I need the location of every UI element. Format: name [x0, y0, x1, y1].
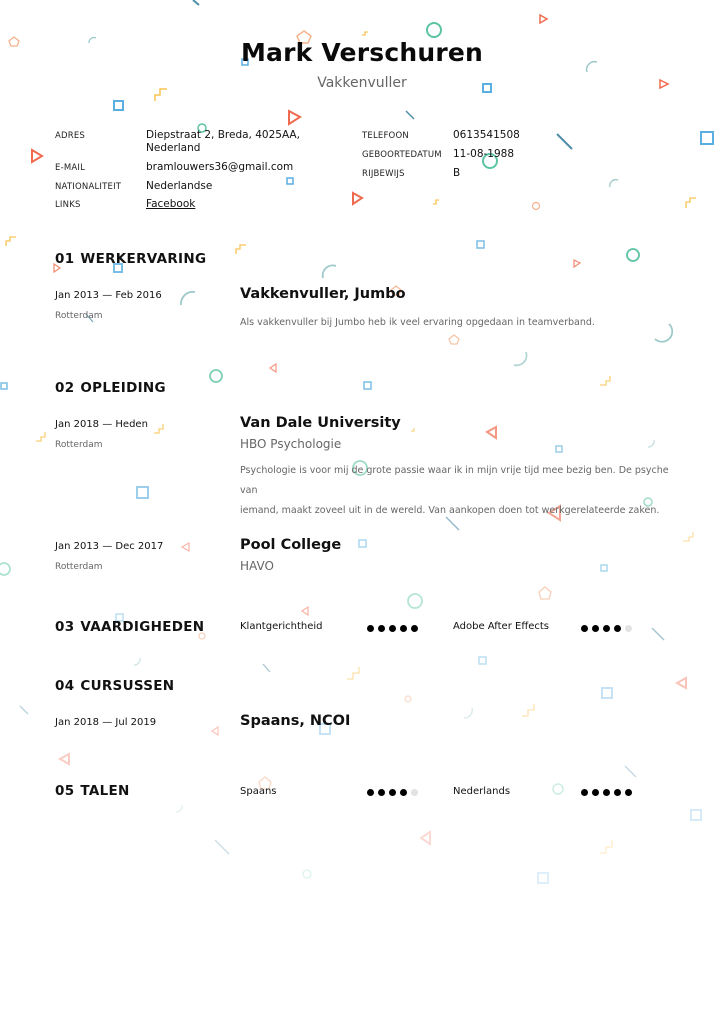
section-heading-languages: 05 TALEN [55, 783, 130, 799]
rating-dot-filled [614, 625, 621, 632]
section-heading-courses: 04 CURSUSSEN [55, 678, 174, 694]
section-heading-skills: 03 VAARDIGHEDEN [55, 619, 204, 635]
address-value: Diepstraat 2, Breda, 4025AA, Nederland [146, 129, 300, 155]
rating-dot-filled [581, 625, 588, 632]
address-line-1: Diepstraat 2, Breda, 4025AA, [146, 129, 300, 141]
entry-title: Spaans, NCOI [240, 713, 351, 729]
entry-date: Jan 2013 — Dec 2017 [55, 541, 164, 552]
entry-subtitle: HAVO [240, 559, 274, 573]
entry-location: Rotterdam [55, 311, 103, 321]
email-label: E-MAIL [55, 163, 86, 173]
rating-dot-empty [411, 789, 418, 796]
rating-dot-filled [625, 789, 632, 796]
rating-dot-filled [378, 625, 385, 632]
section-title: TALEN [80, 783, 130, 799]
section-heading-work: 01 WERKERVARING [55, 251, 206, 267]
language-name: Nederlands [453, 786, 511, 797]
phone-value: 0613541508 [453, 129, 520, 141]
rating-dot-filled [389, 789, 396, 796]
rating-dot-filled [581, 789, 588, 796]
entry-location: Rotterdam [55, 562, 103, 572]
description-line: iemand, maakt zoveel uit in de wereld. V… [240, 505, 660, 516]
section-number: 04 [55, 678, 75, 694]
rating-dot-filled [367, 625, 374, 632]
rating-dot-filled [614, 789, 621, 796]
section-title: OPLEIDING [80, 380, 166, 396]
section-title: VAARDIGHEDEN [80, 619, 205, 635]
license-label: RIJBEWIJS [362, 169, 405, 179]
language-name: Spaans [240, 786, 277, 797]
language-rating [581, 789, 632, 796]
section-number: 05 [55, 783, 75, 799]
rating-dot-filled [603, 625, 610, 632]
description-line: Psychologie is voor mij de grote passie … [240, 465, 669, 496]
license-value: B [453, 167, 461, 179]
links-label: LINKS [55, 200, 81, 210]
skill-name: Adobe After Effects [453, 621, 549, 632]
section-heading-education: 02 OPLEIDING [55, 380, 166, 396]
section-number: 03 [55, 619, 75, 635]
entry-description: Als vakkenvuller bij Jumbo heb ik veel e… [240, 317, 595, 328]
rating-dot-filled [603, 789, 610, 796]
language-rating [367, 789, 418, 796]
birthdate-label: GEBOORTEDATUM [362, 150, 442, 160]
rating-dot-empty [625, 625, 632, 632]
entry-title: Pool College [240, 537, 342, 553]
entry-location: Rotterdam [55, 440, 103, 450]
section-title: WERKERVARING [80, 251, 207, 267]
entry-date: Jan 2018 — Jul 2019 [55, 717, 157, 728]
entry-title: Van Dale University [240, 415, 401, 431]
entry-description: Psychologie is voor mij de grote passie … [240, 461, 680, 521]
skill-rating [367, 625, 418, 632]
rating-dot-filled [400, 789, 407, 796]
rating-dot-filled [592, 789, 599, 796]
section-number: 01 [55, 251, 75, 267]
facebook-link[interactable]: Facebook [146, 198, 195, 210]
section-number: 02 [55, 380, 75, 396]
rating-dot-filled [400, 625, 407, 632]
rating-dot-filled [367, 789, 374, 796]
entry-date: Jan 2013 — Feb 2016 [55, 290, 162, 301]
birthdate-value: 11-08-1988 [453, 148, 515, 160]
job-title: Vakkenvuller [317, 75, 407, 91]
rating-dot-filled [411, 625, 418, 632]
nationality-label: NATIONALITEIT [55, 182, 122, 192]
email-value: bramlouwers36@gmail.com [146, 161, 294, 173]
entry-date: Jan 2018 — Heden [55, 419, 148, 430]
skill-name: Klantgerichtheid [240, 621, 323, 632]
skill-rating [581, 625, 632, 632]
address-label: ADRES [55, 131, 86, 141]
resume-page: Mark Verschuren Vakkenvuller ADRES Dieps… [0, 0, 724, 1024]
phone-label: TELEFOON [362, 131, 409, 141]
entry-subtitle: HBO Psychologie [240, 437, 342, 451]
address-line-2: Nederland [146, 142, 201, 154]
rating-dot-filled [378, 789, 385, 796]
links-value: Facebook [146, 198, 195, 211]
person-name: Mark Verschuren [240, 38, 484, 67]
rating-dot-filled [389, 625, 396, 632]
nationality-value: Nederlandse [146, 180, 213, 192]
entry-title: Vakkenvuller, Jumbo [240, 286, 406, 302]
section-title: CURSUSSEN [80, 678, 175, 694]
rating-dot-filled [592, 625, 599, 632]
